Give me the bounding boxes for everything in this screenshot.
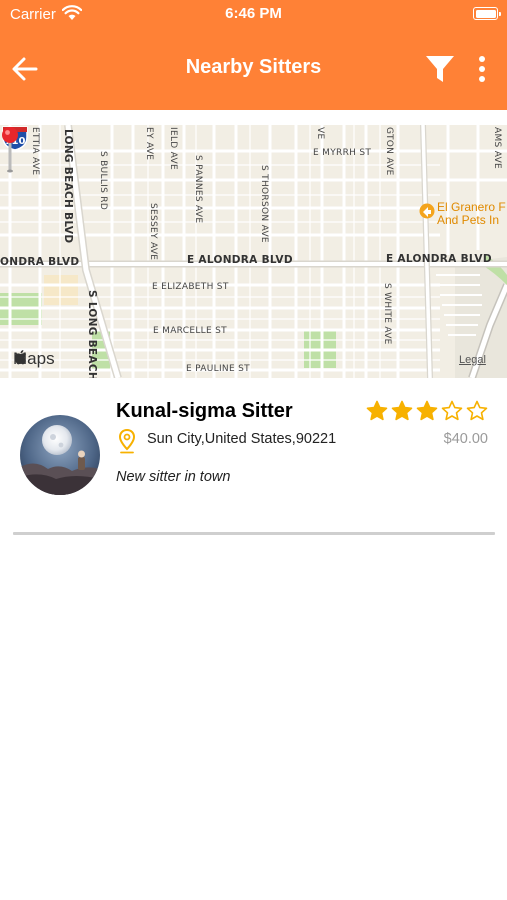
filter-icon[interactable]	[424, 53, 456, 85]
sitter-name: Kunal-sigma Sitter	[116, 400, 293, 422]
map-street-label: LONG BEACH BLVD	[62, 129, 74, 244]
map-street-label: E MYRRH ST	[313, 148, 372, 158]
star-empty-icon	[441, 400, 463, 422]
map-street-label: E ALONDRA BLVD	[187, 254, 293, 266]
star-filled-icon	[391, 400, 413, 422]
map-street-label: IELD AVE	[168, 127, 178, 170]
sitter-price: $40.00	[443, 431, 488, 447]
list-divider	[13, 532, 495, 535]
star-rating	[366, 400, 488, 422]
map-street-label: ONDRA BLVD	[0, 256, 80, 268]
star-filled-icon	[416, 400, 438, 422]
map-street-label: S WHITE AVE	[382, 283, 392, 345]
apple-maps-logo: Maps	[13, 349, 55, 369]
map-street-label: SESSEY AVE	[148, 203, 158, 261]
map-street-label: VE	[315, 127, 325, 140]
map-street-label: AMS AVE	[492, 127, 502, 170]
status-time: 6:46 PM	[225, 5, 282, 22]
map-street-label: E MARCELLE ST	[153, 326, 227, 336]
map-street-label: S LONG BEACH	[86, 290, 98, 378]
battery-icon	[473, 7, 501, 20]
star-filled-icon	[366, 400, 388, 422]
map-streets	[0, 125, 507, 378]
sitter-address: Sun City,United States,90221	[147, 431, 337, 447]
status-bar: Carrier 6:46 PM	[0, 0, 507, 28]
map-street-label: S BULLIS RD	[98, 151, 108, 211]
map-street-label: S THORSON AVE	[259, 165, 269, 243]
map-street-label: GTON AVE	[384, 127, 394, 176]
sitter-tagline: New sitter in town	[116, 469, 231, 485]
apple-logo-icon	[14, 350, 26, 365]
sitter-avatar	[20, 415, 100, 495]
location-pin-icon	[118, 428, 136, 454]
map-view[interactable]: ETTIA AVE LONG BEACH BLVD S BULLIS RD EY…	[0, 125, 507, 378]
avatar-moon-image	[20, 415, 100, 495]
more-vertical-icon[interactable]	[472, 54, 492, 84]
map-street-label: E PAULINE ST	[186, 364, 250, 374]
star-empty-icon	[466, 400, 488, 422]
map-pin-icon[interactable]	[0, 125, 20, 173]
map-poi-label[interactable]: El Granero F And Pets In	[437, 201, 506, 227]
map-legal-link[interactable]: Legal	[459, 354, 486, 366]
map-street-label: ETTIA AVE	[30, 127, 40, 176]
map-street-label: E ALONDRA BLVD	[386, 253, 492, 265]
map-street-label: E ELIZABETH ST	[152, 282, 229, 292]
sitter-list-item[interactable]: Kunal-sigma Sitter Sun City,United State…	[0, 378, 507, 498]
nav-header: Carrier 6:46 PM Nearby Sitters	[0, 0, 507, 110]
map-street-label: S PANNES AVE	[193, 155, 203, 224]
map-street-label: EY AVE	[144, 127, 154, 161]
